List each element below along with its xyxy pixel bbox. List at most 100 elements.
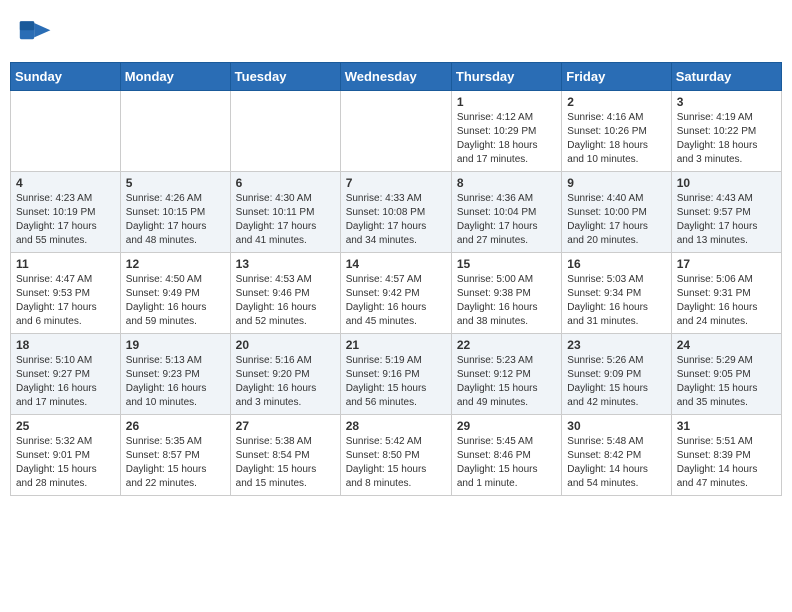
calendar-week-row: 25Sunrise: 5:32 AM Sunset: 9:01 PM Dayli… (11, 415, 782, 496)
day-info: Sunrise: 4:40 AM Sunset: 10:00 PM Daylig… (567, 192, 665, 248)
day-number: 24 (677, 338, 776, 352)
day-number: 21 (346, 338, 446, 352)
calendar-cell: 24 Sunrise: 5:29 AM Sunset: 9:05 PM Dayli… (671, 334, 781, 415)
day-header-friday: Friday (562, 63, 671, 91)
calendar-header-row: SundayMondayTuesdayWednesdayThursdayFrid… (11, 63, 782, 91)
day-number: 16 (567, 257, 665, 271)
day-number: 12 (126, 257, 225, 271)
header (10, 10, 782, 54)
calendar-cell: 15 Sunrise: 5:00 AM Sunset: 9:38 PM Dayli… (451, 253, 561, 334)
day-number: 9 (567, 176, 665, 190)
calendar-cell: 1 Sunrise: 4:12 AM Sunset: 10:29 PM Dayli… (451, 91, 561, 172)
day-info: Sunrise: 5:26 AM Sunset: 9:09 PM Dayligh… (567, 354, 665, 410)
logo (18, 14, 58, 50)
day-number: 30 (567, 419, 665, 433)
day-info: Sunrise: 5:35 AM Sunset: 8:57 PM Dayligh… (126, 435, 225, 491)
calendar-cell: 2 Sunrise: 4:16 AM Sunset: 10:26 PM Dayli… (562, 91, 671, 172)
calendar-cell: 10Sunrise: 4:43 AM Sunset: 9:57 PM Dayli… (671, 172, 781, 253)
calendar-cell: 12 Sunrise: 4:50 AM Sunset: 9:49 PM Dayli… (120, 253, 230, 334)
day-info: Sunrise: 5:45 AM Sunset: 8:46 PM Dayligh… (457, 435, 556, 491)
day-number: 1 (457, 95, 556, 109)
day-info: Sunrise: 4:33 AM Sunset: 10:08 PM Daylig… (346, 192, 446, 248)
day-info: Sunrise: 5:51 AM Sunset: 8:39 PM Dayligh… (677, 435, 776, 491)
day-number: 18 (16, 338, 115, 352)
calendar-cell: 4 Sunrise: 4:23 AM Sunset: 10:19 PM Dayli… (11, 172, 121, 253)
calendar-cell: 18 Sunrise: 5:10 AM Sunset: 9:27 PM Dayli… (11, 334, 121, 415)
calendar-cell: 23Sunrise: 5:26 AM Sunset: 9:09 PM Dayli… (562, 334, 671, 415)
day-header-wednesday: Wednesday (340, 63, 451, 91)
calendar-cell: 16Sunrise: 5:03 AM Sunset: 9:34 PM Dayli… (562, 253, 671, 334)
day-info: Sunrise: 4:50 AM Sunset: 9:49 PM Dayligh… (126, 273, 225, 329)
day-number: 4 (16, 176, 115, 190)
day-number: 3 (677, 95, 776, 109)
day-info: Sunrise: 5:29 AM Sunset: 9:05 PM Dayligh… (677, 354, 776, 410)
calendar-week-row: 4 Sunrise: 4:23 AM Sunset: 10:19 PM Dayli… (11, 172, 782, 253)
calendar-cell: 9 Sunrise: 4:40 AM Sunset: 10:00 PM Dayli… (562, 172, 671, 253)
calendar-cell: 5 Sunrise: 4:26 AM Sunset: 10:15 PM Dayli… (120, 172, 230, 253)
day-info: Sunrise: 4:30 AM Sunset: 10:11 PM Daylig… (236, 192, 335, 248)
day-number: 29 (457, 419, 556, 433)
calendar-cell (230, 91, 340, 172)
day-number: 19 (126, 338, 225, 352)
calendar-cell: 17 Sunrise: 5:06 AM Sunset: 9:31 PM Dayli… (671, 253, 781, 334)
day-number: 6 (236, 176, 335, 190)
calendar-cell: 8 Sunrise: 4:36 AM Sunset: 10:04 PM Dayli… (451, 172, 561, 253)
day-number: 26 (126, 419, 225, 433)
calendar-cell: 13 Sunrise: 4:53 AM Sunset: 9:46 PM Dayli… (230, 253, 340, 334)
day-info: Sunrise: 5:10 AM Sunset: 9:27 PM Dayligh… (16, 354, 115, 410)
calendar-cell (340, 91, 451, 172)
day-number: 31 (677, 419, 776, 433)
day-info: Sunrise: 4:12 AM Sunset: 10:29 PM Daylig… (457, 111, 556, 167)
day-number: 5 (126, 176, 225, 190)
calendar-table: SundayMondayTuesdayWednesdayThursdayFrid… (10, 62, 782, 496)
calendar-cell: 27Sunrise: 5:38 AM Sunset: 8:54 PM Dayli… (230, 415, 340, 496)
calendar-cell: 29 Sunrise: 5:45 AM Sunset: 8:46 PM Dayli… (451, 415, 561, 496)
calendar-cell: 6 Sunrise: 4:30 AM Sunset: 10:11 PM Dayli… (230, 172, 340, 253)
logo-icon (18, 14, 54, 50)
day-info: Sunrise: 5:16 AM Sunset: 9:20 PM Dayligh… (236, 354, 335, 410)
day-number: 2 (567, 95, 665, 109)
calendar-cell: 28 Sunrise: 5:42 AM Sunset: 8:50 PM Dayli… (340, 415, 451, 496)
day-info: Sunrise: 5:32 AM Sunset: 9:01 PM Dayligh… (16, 435, 115, 491)
day-number: 7 (346, 176, 446, 190)
day-info: Sunrise: 5:42 AM Sunset: 8:50 PM Dayligh… (346, 435, 446, 491)
calendar-cell: 31 Sunrise: 5:51 AM Sunset: 8:39 PM Dayli… (671, 415, 781, 496)
day-header-sunday: Sunday (11, 63, 121, 91)
day-number: 15 (457, 257, 556, 271)
day-info: Sunrise: 4:36 AM Sunset: 10:04 PM Daylig… (457, 192, 556, 248)
calendar-cell: 3 Sunrise: 4:19 AM Sunset: 10:22 PM Dayli… (671, 91, 781, 172)
day-number: 22 (457, 338, 556, 352)
calendar-week-row: 1 Sunrise: 4:12 AM Sunset: 10:29 PM Dayli… (11, 91, 782, 172)
day-number: 8 (457, 176, 556, 190)
day-info: Sunrise: 5:00 AM Sunset: 9:38 PM Dayligh… (457, 273, 556, 329)
calendar-cell: 14Sunrise: 4:57 AM Sunset: 9:42 PM Dayli… (340, 253, 451, 334)
day-info: Sunrise: 4:23 AM Sunset: 10:19 PM Daylig… (16, 192, 115, 248)
day-info: Sunrise: 5:19 AM Sunset: 9:16 PM Dayligh… (346, 354, 446, 410)
day-number: 10 (677, 176, 776, 190)
calendar-cell (11, 91, 121, 172)
day-header-monday: Monday (120, 63, 230, 91)
day-info: Sunrise: 4:53 AM Sunset: 9:46 PM Dayligh… (236, 273, 335, 329)
day-info: Sunrise: 5:06 AM Sunset: 9:31 PM Dayligh… (677, 273, 776, 329)
day-info: Sunrise: 5:23 AM Sunset: 9:12 PM Dayligh… (457, 354, 556, 410)
calendar-week-row: 18 Sunrise: 5:10 AM Sunset: 9:27 PM Dayli… (11, 334, 782, 415)
day-number: 28 (346, 419, 446, 433)
calendar-cell: 26 Sunrise: 5:35 AM Sunset: 8:57 PM Dayli… (120, 415, 230, 496)
calendar-cell (120, 91, 230, 172)
calendar-cell: 7 Sunrise: 4:33 AM Sunset: 10:08 PM Dayli… (340, 172, 451, 253)
day-info: Sunrise: 4:19 AM Sunset: 10:22 PM Daylig… (677, 111, 776, 167)
calendar-cell: 25Sunrise: 5:32 AM Sunset: 9:01 PM Dayli… (11, 415, 121, 496)
calendar-week-row: 11Sunrise: 4:47 AM Sunset: 9:53 PM Dayli… (11, 253, 782, 334)
calendar-cell: 19 Sunrise: 5:13 AM Sunset: 9:23 PM Dayli… (120, 334, 230, 415)
day-number: 11 (16, 257, 115, 271)
day-info: Sunrise: 5:48 AM Sunset: 8:42 PM Dayligh… (567, 435, 665, 491)
day-number: 17 (677, 257, 776, 271)
day-info: Sunrise: 5:13 AM Sunset: 9:23 PM Dayligh… (126, 354, 225, 410)
calendar-cell: 21 Sunrise: 5:19 AM Sunset: 9:16 PM Dayli… (340, 334, 451, 415)
calendar-cell: 20 Sunrise: 5:16 AM Sunset: 9:20 PM Dayli… (230, 334, 340, 415)
day-number: 20 (236, 338, 335, 352)
day-info: Sunrise: 4:57 AM Sunset: 9:42 PM Dayligh… (346, 273, 446, 329)
day-info: Sunrise: 4:26 AM Sunset: 10:15 PM Daylig… (126, 192, 225, 248)
day-info: Sunrise: 4:16 AM Sunset: 10:26 PM Daylig… (567, 111, 665, 167)
day-number: 13 (236, 257, 335, 271)
